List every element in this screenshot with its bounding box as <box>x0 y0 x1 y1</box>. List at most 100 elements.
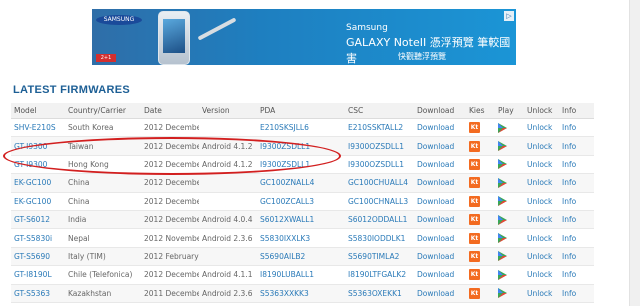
column-header-download: Download <box>414 103 466 119</box>
csc-link[interactable]: I9300OZSDLL1 <box>348 160 404 169</box>
download-link[interactable]: Download <box>417 215 454 224</box>
table-cell: GC100CHUALL4 <box>345 173 414 193</box>
download-link[interactable]: Download <box>417 142 454 151</box>
info-link[interactable]: Info <box>562 270 576 279</box>
play-icon[interactable] <box>498 269 507 280</box>
table-row: EK-GC100 China 2012 December GC100ZNALL4 GC1… <box>11 173 594 193</box>
pda-link[interactable]: S6012XWALL1 <box>260 215 314 224</box>
pda-link[interactable]: I9300ZSDLL1 <box>260 142 310 151</box>
unlock-link[interactable]: Unlock <box>527 252 552 261</box>
table-cell: Chile (Telefonica) <box>65 265 141 285</box>
unlock-link[interactable]: Unlock <box>527 178 552 187</box>
model-link[interactable]: EK-GC100 <box>14 197 51 206</box>
kies-icon[interactable]: Kt <box>469 214 480 226</box>
kies-icon[interactable]: Kt <box>469 140 480 152</box>
play-icon[interactable] <box>498 177 507 188</box>
model-link[interactable]: GT-I9300 <box>14 160 47 169</box>
unlock-link[interactable]: Unlock <box>527 234 552 243</box>
play-icon[interactable] <box>498 122 507 133</box>
model-link[interactable]: GT-S6012 <box>14 215 50 224</box>
play-icon[interactable] <box>498 214 507 225</box>
model-link[interactable]: GT-S5690 <box>14 252 50 261</box>
csc-link[interactable]: I8190LTFGALK2 <box>348 270 406 279</box>
pda-link[interactable]: S5830IXXLK3 <box>260 234 310 243</box>
unlock-link[interactable]: Unlock <box>527 289 552 298</box>
kies-icon[interactable]: Kt <box>469 232 480 244</box>
kies-icon[interactable]: Kt <box>469 250 480 262</box>
country-cell: China <box>68 178 90 188</box>
kies-icon[interactable]: Kt <box>469 287 480 299</box>
table-header-row: Model Country/Carrier Date Version PDA CSC Dow… <box>11 103 594 119</box>
download-link[interactable]: Download <box>417 197 454 206</box>
table-cell: Kt <box>466 210 495 230</box>
model-link[interactable]: GT-S5830i <box>14 234 52 243</box>
info-link[interactable]: Info <box>562 215 576 224</box>
unlock-link[interactable]: Unlock <box>527 123 552 132</box>
model-link[interactable]: GT-I8190L <box>14 270 52 279</box>
csc-link[interactable]: E210SSKTALL2 <box>348 123 403 132</box>
table-cell: Info <box>559 136 594 156</box>
csc-link[interactable]: S5690TIMLA2 <box>348 252 399 261</box>
pda-link[interactable]: S5363XXKK3 <box>260 289 309 298</box>
play-icon[interactable] <box>498 159 507 170</box>
version-cell: Android 4.1.2 <box>202 159 253 169</box>
info-link[interactable]: Info <box>562 252 576 261</box>
info-link[interactable]: Info <box>562 142 576 151</box>
date-cell: 2012 November <box>144 233 199 243</box>
csc-link[interactable]: GC100CHNALL3 <box>348 197 408 206</box>
kies-icon[interactable]: Kt <box>469 158 480 170</box>
pda-link[interactable]: I8190LUBALL1 <box>260 270 314 279</box>
table-cell: Download <box>414 155 466 175</box>
kies-icon[interactable]: Kt <box>469 269 480 281</box>
model-link[interactable]: GT-I9300 <box>14 142 47 151</box>
model-link[interactable]: GT-S5363 <box>14 289 50 298</box>
csc-link[interactable]: GC100CHUALL4 <box>348 178 408 187</box>
play-icon[interactable] <box>498 141 507 152</box>
download-link[interactable]: Download <box>417 289 454 298</box>
unlock-link[interactable]: Unlock <box>527 160 552 169</box>
csc-link[interactable]: S5363OXEKK1 <box>348 289 402 298</box>
pda-link[interactable]: S5690AILB2 <box>260 252 305 261</box>
ad-cta-text[interactable]: 快觀聽浮預覽 <box>398 51 446 62</box>
unlock-link[interactable]: Unlock <box>527 142 552 151</box>
info-link[interactable]: Info <box>562 289 576 298</box>
play-icon[interactable] <box>498 288 507 299</box>
scrollbar[interactable] <box>629 0 640 306</box>
unlock-link[interactable]: Unlock <box>527 215 552 224</box>
table-cell: S5690TIMLA2 <box>345 247 414 267</box>
info-link[interactable]: Info <box>562 123 576 132</box>
download-link[interactable]: Download <box>417 270 454 279</box>
pda-link[interactable]: GC100ZCALL3 <box>260 197 314 206</box>
play-icon[interactable] <box>498 251 507 262</box>
download-link[interactable]: Download <box>417 160 454 169</box>
model-link[interactable]: SHV-E210S <box>14 123 56 132</box>
csc-link[interactable]: S6012ODDALL1 <box>348 215 407 224</box>
download-link[interactable]: Download <box>417 123 454 132</box>
kies-icon[interactable]: Kt <box>469 177 480 189</box>
download-link[interactable]: Download <box>417 178 454 187</box>
csc-link[interactable]: S5830IODDLK1 <box>348 234 405 243</box>
table-cell: 2012 December <box>141 118 199 138</box>
date-cell: 2012 December <box>144 123 199 133</box>
play-icon[interactable] <box>498 233 507 244</box>
info-link[interactable]: Info <box>562 234 576 243</box>
info-link[interactable]: Info <box>562 178 576 187</box>
unlock-link[interactable]: Unlock <box>527 270 552 279</box>
download-link[interactable]: Download <box>417 252 454 261</box>
download-link[interactable]: Download <box>417 234 454 243</box>
pda-link[interactable]: GC100ZNALL4 <box>260 178 314 187</box>
pda-link[interactable]: I9300ZSDLL1 <box>260 160 310 169</box>
info-link[interactable]: Info <box>562 160 576 169</box>
samsung-ad-banner[interactable]: SAMSUNG 2+1 Samsung GALAXY NoteII 憑浮預覽 筆… <box>92 9 516 65</box>
pda-link[interactable]: E210SKSJLL6 <box>260 123 309 132</box>
info-link[interactable]: Info <box>562 197 576 206</box>
adchoices-icon[interactable]: ▷ <box>504 11 514 21</box>
play-icon[interactable] <box>498 196 507 207</box>
kies-icon[interactable]: Kt <box>469 195 480 207</box>
country-cell: Nepal <box>68 233 90 243</box>
model-link[interactable]: EK-GC100 <box>14 178 51 187</box>
kies-icon[interactable]: Kt <box>469 122 480 134</box>
table-cell: Unlock <box>524 173 559 193</box>
csc-link[interactable]: I9300OZSDLL1 <box>348 142 404 151</box>
unlock-link[interactable]: Unlock <box>527 197 552 206</box>
